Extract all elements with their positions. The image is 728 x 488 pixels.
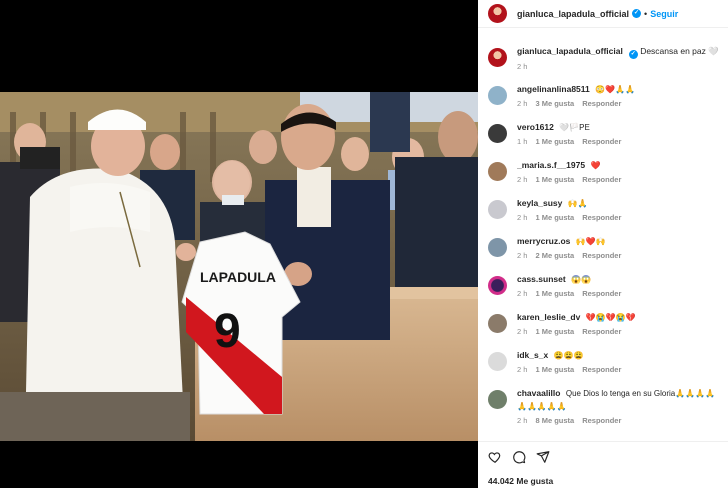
reply-button[interactable]: Responder	[582, 416, 621, 425]
commenter-avatar[interactable]	[488, 124, 507, 143]
comment-likes-link[interactable]: 3 Me gusta	[535, 99, 574, 108]
comment-item: idk_s_x 😩😩😩 2 h 1 Me gusta Responder	[478, 349, 728, 374]
post-actions	[488, 450, 550, 464]
caption-author-avatar[interactable]	[488, 48, 507, 67]
caption-text: Descansa en paz 🤍	[640, 46, 719, 56]
commenter-avatar[interactable]	[488, 276, 507, 295]
heart-icon[interactable]	[488, 450, 502, 464]
commenter-avatar[interactable]	[488, 390, 507, 409]
comment-time: 2 h	[517, 175, 528, 184]
verified-badge-icon: ✓	[628, 50, 638, 59]
separator-dot: •	[644, 8, 648, 19]
commenter-avatar[interactable]	[488, 200, 507, 219]
commenter-avatar[interactable]	[488, 238, 507, 257]
reply-button[interactable]: Responder	[582, 365, 621, 374]
comment-item: chavaalillo Que Dios lo tenga en su Glor…	[478, 387, 728, 425]
comment-likes-link[interactable]: 1 Me gusta	[535, 137, 574, 146]
comment-username[interactable]: keyla_susy	[517, 198, 562, 208]
actions-divider	[478, 441, 728, 442]
comment-time: 2 h	[517, 365, 528, 374]
comment-time: 1 h	[517, 137, 528, 146]
comment-username[interactable]: cass.sunset	[517, 274, 566, 284]
post-media-pane: LAPADULA 9	[0, 0, 478, 488]
reply-button[interactable]: Responder	[582, 175, 621, 184]
comment-item: karen_leslie_dv 💔😭💔😭💔 2 h 1 Me gusta Respo…	[478, 311, 728, 336]
comment-text: ❤️	[590, 161, 601, 170]
commenter-avatar[interactable]	[488, 352, 507, 371]
follow-button[interactable]: Seguir	[650, 9, 678, 19]
caption-username[interactable]: gianluca_lapadula_official	[517, 46, 623, 56]
comment-text: 😳❤️🙏🙏	[595, 85, 635, 94]
comment-item: keyla_susy 🙌🙏 2 h 1 Me gusta Responder	[478, 197, 728, 222]
caption-time: 2 h	[517, 62, 528, 71]
comment-item: _maria.s.f__1975 ❤️ 2 h 1 Me gusta Respond…	[478, 159, 728, 184]
comment-time: 2 h	[517, 251, 528, 260]
comment-text: 🙌🙏	[567, 199, 588, 208]
caption-item: gianluca_lapadula_official ✓ Descansa en …	[478, 45, 728, 71]
reply-button[interactable]: Responder	[582, 99, 621, 108]
post-sidebar: gianluca_lapadula_official ✓ • Seguir gi…	[478, 0, 728, 488]
jersey-number: 9	[214, 305, 241, 358]
jersey-name: LAPADULA	[200, 269, 276, 285]
comments-list[interactable]: gianluca_lapadula_official ✓ Descansa en …	[478, 36, 728, 441]
comment-likes-link[interactable]: 1 Me gusta	[535, 213, 574, 222]
reply-button[interactable]: Responder	[582, 251, 621, 260]
comment-text: 💔😭💔😭💔	[585, 313, 636, 322]
comment-likes-link[interactable]: 2 Me gusta	[535, 251, 574, 260]
comment-username[interactable]: chavaalillo	[517, 388, 560, 398]
post-photo[interactable]: LAPADULA 9	[0, 92, 478, 441]
comment-likes-link[interactable]: 1 Me gusta	[535, 365, 574, 374]
photo-illustration: LAPADULA 9	[0, 92, 478, 441]
reply-button[interactable]: Responder	[582, 213, 621, 222]
comment-text: 🙌❤️🙌	[575, 237, 606, 246]
likes-count[interactable]: 44.042 Me gusta	[488, 476, 553, 486]
reply-button[interactable]: Responder	[582, 289, 621, 298]
likes-label: Me gusta	[516, 476, 554, 486]
likes-number: 44.042	[488, 476, 514, 486]
commenter-avatar[interactable]	[488, 86, 507, 105]
comment-likes-link[interactable]: 1 Me gusta	[535, 175, 574, 184]
author-username[interactable]: gianluca_lapadula_official	[517, 9, 629, 19]
share-icon[interactable]	[536, 450, 550, 464]
post-header: gianluca_lapadula_official ✓ • Seguir	[478, 0, 728, 28]
comment-time: 2 h	[517, 213, 528, 222]
commenter-avatar[interactable]	[488, 314, 507, 333]
reply-button[interactable]: Responder	[582, 137, 621, 146]
comment-time: 2 h	[517, 99, 528, 108]
comment-username[interactable]: _maria.s.f__1975	[517, 160, 585, 170]
comment-likes-link[interactable]: 1 Me gusta	[535, 327, 574, 336]
verified-badge-icon: ✓	[632, 9, 642, 18]
comment-text: 😱😱	[571, 275, 591, 284]
comment-item: vero1612 🤍🏳️PE 1 h 1 Me gusta Responder	[478, 121, 728, 146]
comment-text: 🤍🏳️PE	[559, 123, 590, 132]
comment-likes-link[interactable]: 1 Me gusta	[535, 289, 574, 298]
comment-item: angelinanlina8511 😳❤️🙏🙏 2 h 3 Me gusta Res…	[478, 83, 728, 108]
comment-icon[interactable]	[512, 450, 526, 464]
comment-username[interactable]: merrycruz.os	[517, 236, 570, 246]
comment-username[interactable]: angelinanlina8511	[517, 84, 590, 94]
comment-username[interactable]: vero1612	[517, 122, 554, 132]
reply-button[interactable]: Responder	[582, 327, 621, 336]
comment-time: 2 h	[517, 289, 528, 298]
comment-time: 2 h	[517, 416, 528, 425]
comment-username[interactable]: idk_s_x	[517, 350, 548, 360]
comment-time: 2 h	[517, 327, 528, 336]
comment-item: merrycruz.os 🙌❤️🙌 2 h 2 Me gusta Responder	[478, 235, 728, 260]
comment-item: cass.sunset 😱😱 2 h 1 Me gusta Responder	[478, 273, 728, 298]
author-avatar[interactable]	[488, 4, 507, 23]
comment-likes-link[interactable]: 8 Me gusta	[535, 416, 574, 425]
commenter-avatar[interactable]	[488, 162, 507, 181]
comment-username[interactable]: karen_leslie_dv	[517, 312, 580, 322]
comment-text: 😩😩😩	[553, 351, 584, 360]
